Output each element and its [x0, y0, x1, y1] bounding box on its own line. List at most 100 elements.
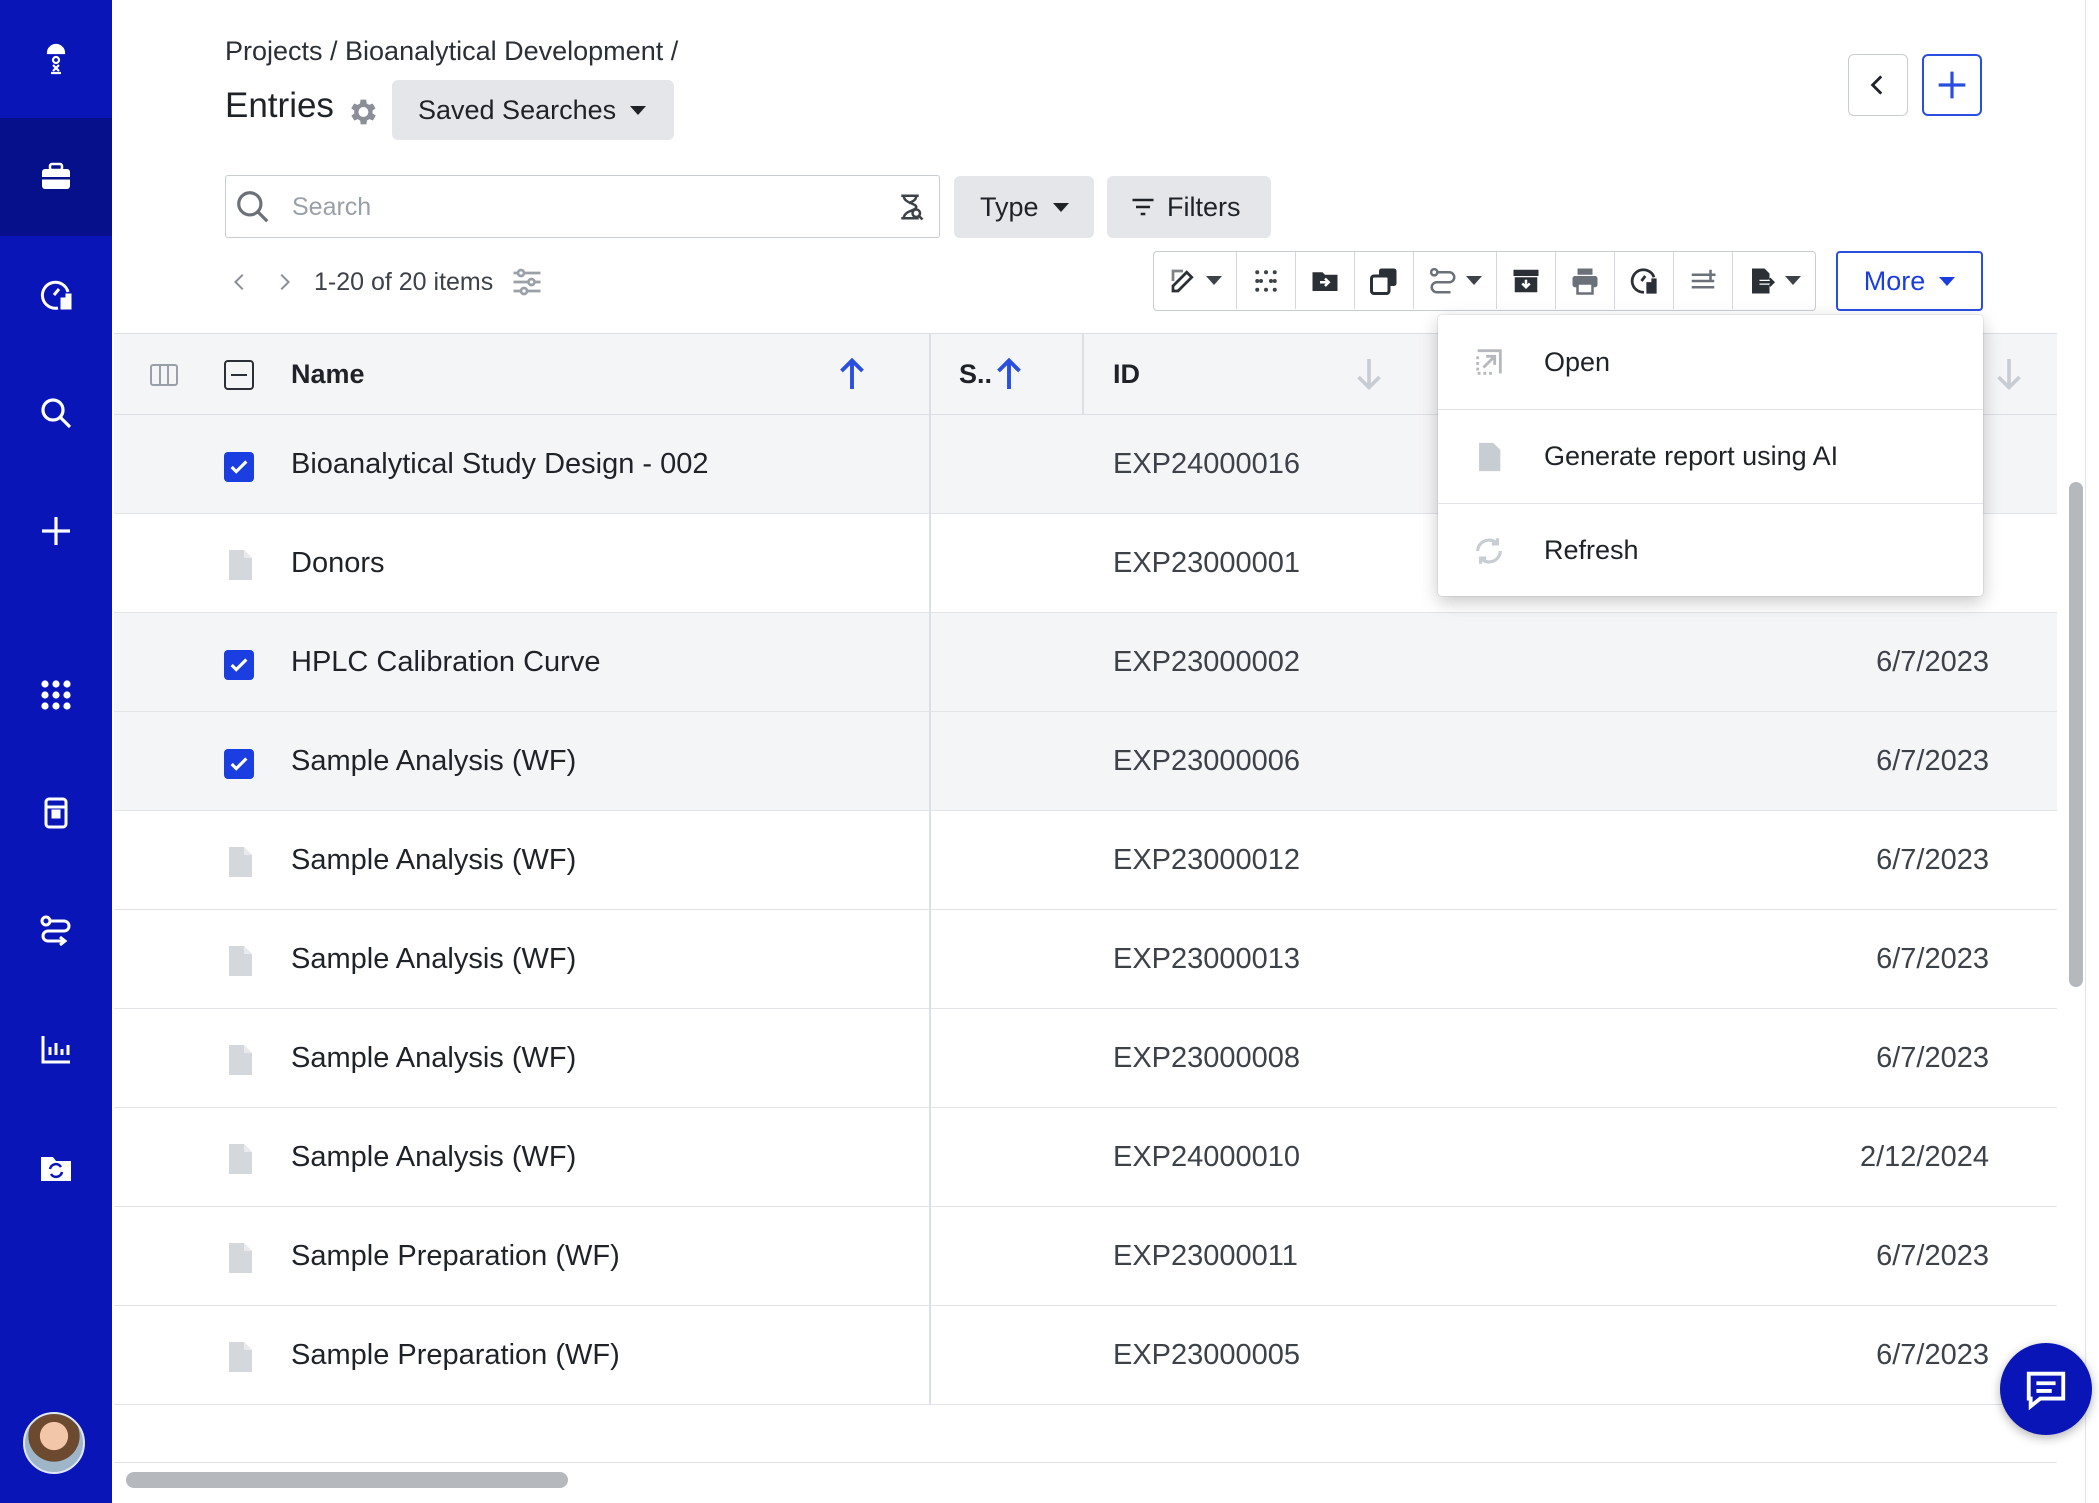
- document-icon[interactable]: [227, 846, 253, 878]
- back-button[interactable]: [1848, 54, 1908, 116]
- move-to-folder-button[interactable]: [1296, 252, 1355, 309]
- document-icon[interactable]: [227, 1242, 253, 1274]
- entry-id: EXP24000010: [1113, 1140, 1301, 1173]
- search-box[interactable]: [225, 175, 940, 238]
- add-entry-button[interactable]: [1922, 54, 1982, 116]
- entry-name[interactable]: Sample Preparation (WF): [291, 1207, 620, 1305]
- document-icon[interactable]: [227, 945, 253, 977]
- table-row[interactable]: Sample Analysis (WF) EXP23000008 6/7/2023: [114, 1009, 2057, 1108]
- gear-icon[interactable]: [345, 95, 379, 129]
- filters-button[interactable]: Filters: [1107, 176, 1271, 238]
- column-divider: [929, 1306, 931, 1405]
- sort-ascending-icon[interactable]: [837, 356, 867, 392]
- sort-descending-icon[interactable]: [1354, 356, 1384, 392]
- workflow-icon: [1429, 267, 1456, 293]
- entry-name[interactable]: Sample Analysis (WF): [291, 1108, 576, 1206]
- sync-folder-icon[interactable]: [0, 1108, 112, 1226]
- table-row[interactable]: Sample Analysis (WF) EXP23000012 6/7/2023: [114, 811, 2057, 910]
- columns-button[interactable]: [1674, 252, 1733, 309]
- table-row[interactable]: Sample Preparation (WF) EXP23000005 6/7/20…: [114, 1306, 2057, 1405]
- archive-button[interactable]: [1497, 252, 1556, 309]
- menu-item-open[interactable]: Open: [1438, 315, 1983, 409]
- breadcrumb[interactable]: Projects / Bioanalytical Development /: [225, 36, 678, 67]
- entry-name[interactable]: Sample Analysis (WF): [291, 811, 576, 909]
- row-checkbox-checked[interactable]: [224, 452, 254, 482]
- folder-move-icon: [1312, 271, 1338, 291]
- page-edge: [2085, 0, 2099, 1503]
- document-icon[interactable]: [227, 1044, 253, 1076]
- horizontal-scrollbar[interactable]: [126, 1472, 568, 1488]
- previous-page-button[interactable]: [218, 262, 262, 302]
- table-row[interactable]: HPLC Calibration Curve EXP23000002 6/7/202…: [114, 613, 2057, 712]
- entry-name[interactable]: Donors: [291, 514, 385, 612]
- workflow-button[interactable]: [1414, 252, 1497, 309]
- entry-date: 6/7/2023: [1876, 645, 1989, 678]
- entry-name[interactable]: Sample Preparation (WF): [291, 1306, 620, 1404]
- chevron-left-icon: [233, 273, 244, 291]
- columns-icon[interactable]: [150, 364, 178, 386]
- table-row[interactable]: Sample Preparation (WF) EXP23000011 6/7/20…: [114, 1207, 2057, 1306]
- row-checkbox-checked[interactable]: [224, 749, 254, 779]
- vertical-scrollbar[interactable]: [2069, 482, 2083, 987]
- sort-descending-icon[interactable]: [1994, 356, 2024, 392]
- select-all-checkbox[interactable]: [224, 360, 254, 390]
- table-row[interactable]: Sample Analysis (WF) EXP23000006 6/7/2023: [114, 712, 2057, 811]
- type-filter-dropdown[interactable]: Type: [954, 176, 1094, 238]
- projects-briefcase-icon[interactable]: [0, 118, 112, 236]
- search-input[interactable]: [292, 186, 852, 228]
- dashboard-gauge-icon[interactable]: [0, 236, 112, 354]
- barcode-grid-icon: [1255, 269, 1277, 292]
- user-avatar[interactable]: [23, 1412, 85, 1474]
- create-plus-icon[interactable]: [0, 472, 112, 590]
- checkmark-icon: [230, 460, 248, 474]
- next-page-button[interactable]: [262, 262, 306, 302]
- entry-name[interactable]: Sample Analysis (WF): [291, 1009, 576, 1107]
- entry-name[interactable]: Bioanalytical Study Design - 002: [291, 415, 709, 513]
- sort-ascending-icon[interactable]: [994, 356, 1024, 392]
- table-row[interactable]: Sample Analysis (WF) EXP24000010 2/12/2024: [114, 1108, 2057, 1207]
- chat-icon: [2026, 1371, 2066, 1411]
- search-icon[interactable]: [0, 354, 112, 472]
- apps-grid-icon[interactable]: [0, 636, 112, 754]
- column-divider: [929, 613, 931, 712]
- entry-name[interactable]: Sample Analysis (WF): [291, 712, 576, 810]
- reports-chart-icon[interactable]: [0, 990, 112, 1108]
- sidebar: [0, 0, 112, 1503]
- logo-icon[interactable]: [0, 0, 112, 118]
- entry-date: 6/7/2023: [1876, 1041, 1989, 1074]
- entry-date: 6/7/2023: [1876, 843, 1989, 876]
- menu-item-refresh[interactable]: Refresh: [1438, 503, 1983, 597]
- inventory-icon[interactable]: [0, 754, 112, 872]
- column-divider[interactable]: [1082, 334, 1084, 414]
- entry-name[interactable]: HPLC Calibration Curve: [291, 613, 600, 711]
- column-settings-icon[interactable]: [509, 264, 545, 300]
- column-header-name[interactable]: Name: [291, 334, 365, 414]
- column-header-status[interactable]: S..: [959, 334, 992, 414]
- saved-searches-label: Saved Searches: [418, 94, 617, 125]
- document-icon[interactable]: [227, 1143, 253, 1175]
- entry-id: EXP23000011: [1113, 1239, 1298, 1272]
- document-icon[interactable]: [227, 549, 253, 581]
- menu-item-generate-report[interactable]: Generate report using AI: [1438, 409, 1983, 503]
- structure-search-icon[interactable]: [895, 192, 925, 222]
- more-button[interactable]: More: [1836, 251, 1983, 311]
- barcode-button[interactable]: [1237, 252, 1296, 309]
- document-icon[interactable]: [227, 1341, 253, 1373]
- edit-button[interactable]: [1154, 252, 1237, 309]
- entry-name[interactable]: Sample Analysis (WF): [291, 910, 576, 1008]
- saved-searches-dropdown[interactable]: Saved Searches: [392, 80, 674, 140]
- duplicate-button[interactable]: [1355, 252, 1414, 309]
- table-row[interactable]: Sample Analysis (WF) EXP23000013 6/7/2023: [114, 910, 2057, 1009]
- chevron-left-icon: [1870, 75, 1883, 95]
- column-divider[interactable]: [929, 334, 931, 414]
- analytics-button[interactable]: [1615, 252, 1674, 309]
- entry-id: EXP23000005: [1113, 1338, 1301, 1371]
- chat-button[interactable]: [2000, 1343, 2092, 1435]
- workflows-icon[interactable]: [0, 872, 112, 990]
- copy-icon: [1370, 268, 1397, 295]
- export-button[interactable]: [1733, 252, 1815, 309]
- column-header-id[interactable]: ID: [1113, 334, 1140, 414]
- pagination: 1-20 of 20 items: [218, 262, 545, 302]
- print-button[interactable]: [1556, 252, 1615, 309]
- row-checkbox-checked[interactable]: [224, 650, 254, 680]
